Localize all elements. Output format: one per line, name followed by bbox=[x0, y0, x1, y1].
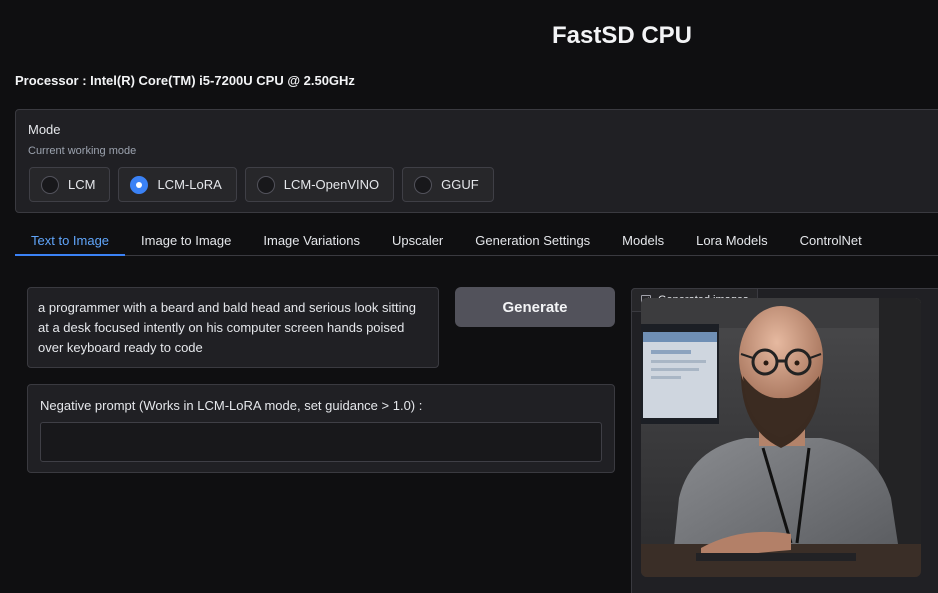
generated-image-picture bbox=[641, 298, 921, 577]
radio-button[interactable] bbox=[256, 175, 275, 194]
tab-generation-settings[interactable]: Generation Settings bbox=[459, 227, 606, 256]
negative-prompt-panel: Negative prompt (Works in LCM-LoRA mode,… bbox=[27, 384, 615, 473]
mode-panel: Mode Current working mode LCM LCM-LoRA L… bbox=[15, 109, 938, 213]
mode-option-label: LCM-LoRA bbox=[157, 177, 222, 192]
tab-models[interactable]: Models bbox=[606, 227, 680, 256]
mode-option-lcm[interactable]: LCM bbox=[29, 167, 111, 202]
mode-option-label: LCM-OpenVINO bbox=[283, 177, 380, 192]
mode-option-lcm-openvino[interactable]: LCM-OpenVINO bbox=[244, 167, 395, 202]
tab-lora-models[interactable]: Lora Models bbox=[680, 227, 784, 256]
mode-option-label: GGUF bbox=[441, 177, 479, 192]
negative-prompt-label: Negative prompt (Works in LCM-LoRA mode,… bbox=[40, 398, 423, 413]
tab-image-to-image[interactable]: Image to Image bbox=[125, 227, 247, 256]
generated-image[interactable] bbox=[641, 298, 921, 577]
generated-images-gallery: Generated images bbox=[631, 288, 938, 593]
mode-label: Mode bbox=[28, 122, 61, 137]
tab-text-to-image[interactable]: Text to Image bbox=[15, 227, 126, 256]
mode-radio-group: LCM LCM-LoRA LCM-OpenVINO GGUF bbox=[29, 167, 494, 202]
mode-option-label: LCM bbox=[68, 177, 96, 192]
tab-upscaler[interactable]: Upscaler bbox=[376, 227, 459, 256]
mode-option-gguf[interactable]: GGUF bbox=[402, 167, 494, 202]
radio-button-selected[interactable] bbox=[130, 175, 149, 194]
tab-controlnet[interactable]: ControlNet bbox=[784, 227, 878, 256]
negative-prompt-input[interactable] bbox=[40, 422, 602, 462]
radio-button[interactable] bbox=[41, 175, 59, 194]
tab-image-variations[interactable]: Image Variations bbox=[247, 227, 376, 256]
processor-info: Processor : Intel(R) Core(TM) i5-7200U C… bbox=[15, 73, 355, 88]
mode-info: Current working mode bbox=[28, 145, 137, 157]
app-title: FastSD CPU bbox=[551, 22, 693, 49]
mode-option-lcm-lora[interactable]: LCM-LoRA bbox=[118, 167, 237, 202]
generate-button[interactable]: Generate bbox=[455, 287, 615, 327]
radio-button[interactable] bbox=[414, 175, 433, 194]
main-tabs: Text to Image Image to Image Image Varia… bbox=[15, 227, 938, 256]
prompt-input[interactable]: a programmer with a beard and bald head … bbox=[27, 287, 439, 368]
